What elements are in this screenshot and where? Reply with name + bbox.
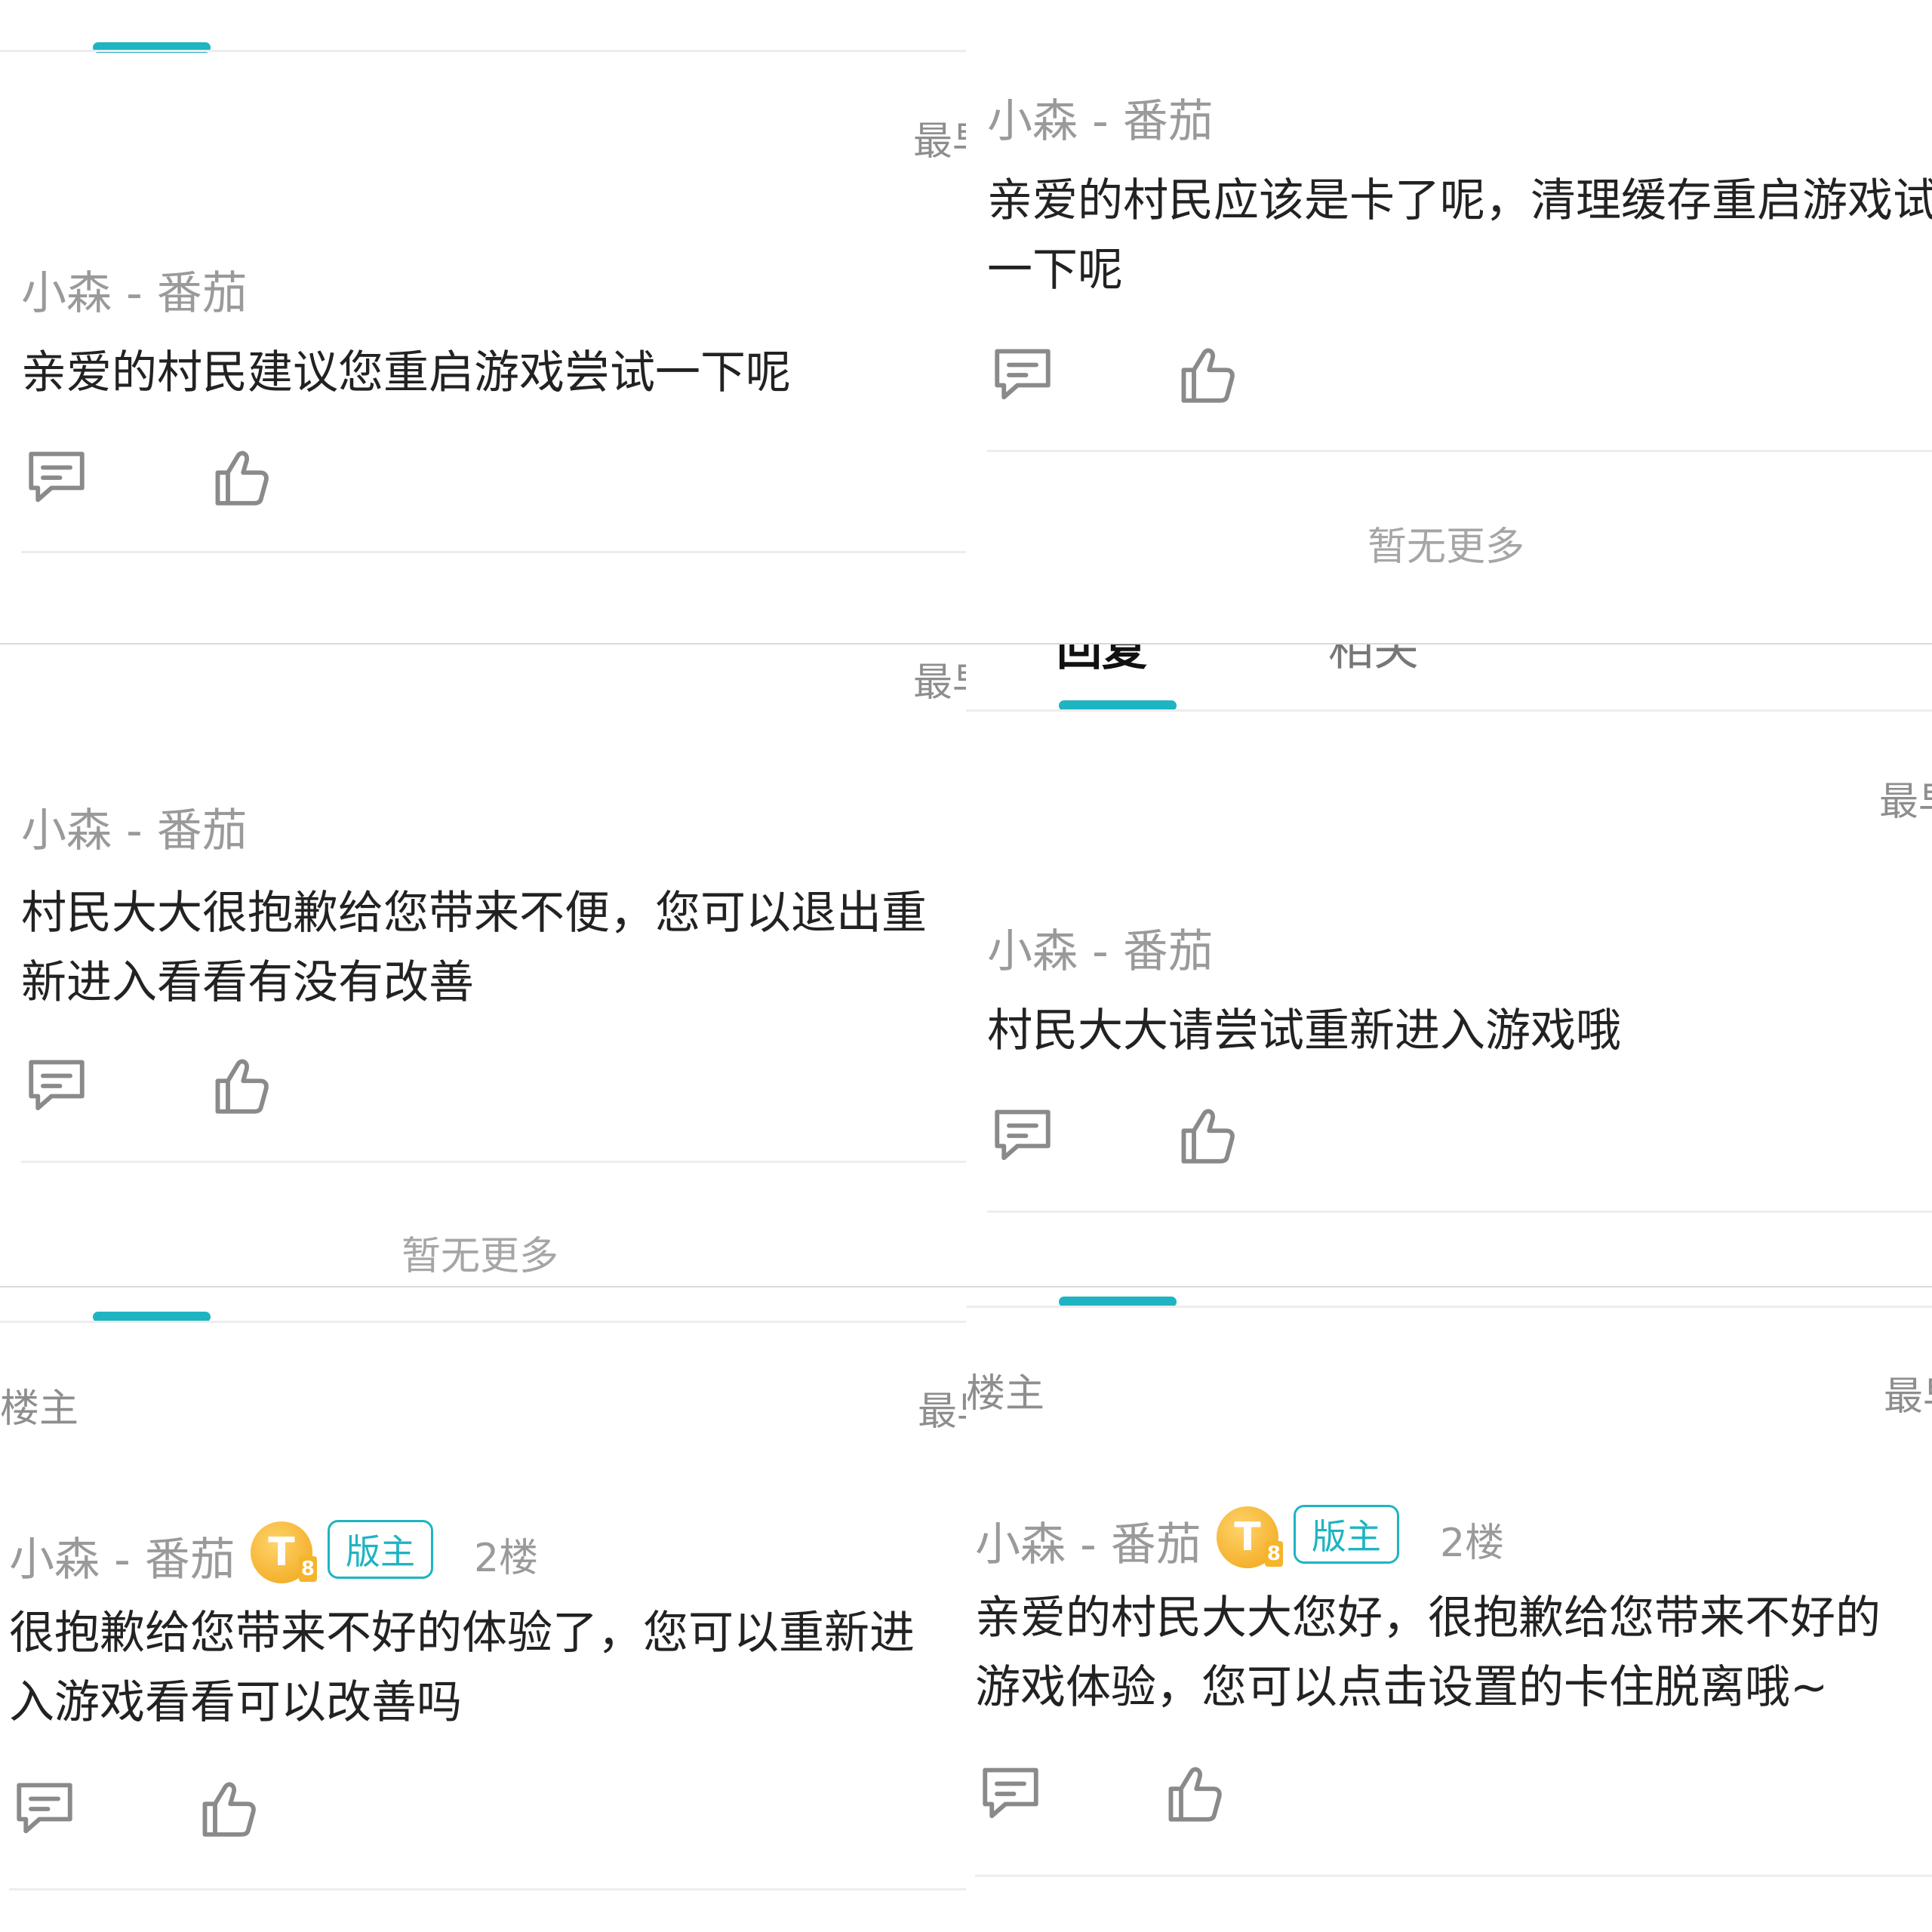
sort-order-button[interactable]: 最早 bbox=[918, 1380, 966, 1436]
no-more-label: 暂无更多 bbox=[1367, 525, 1525, 570]
thumbs-up-icon[interactable] bbox=[195, 1775, 263, 1843]
comment-icon[interactable] bbox=[23, 444, 91, 512]
tab-divider bbox=[966, 709, 1932, 712]
tab-divider bbox=[966, 1306, 1932, 1308]
screenshot-panel-4: 回复 相关 最早 小森 - 番茄 村民大大请尝试重新进入游戏哦 bbox=[966, 643, 1932, 1286]
comment-icon[interactable] bbox=[11, 1775, 78, 1843]
sort-order-button[interactable]: 最早 bbox=[913, 651, 966, 707]
reply-content: 亲爱的村民建议您重启游戏尝试一下呢 bbox=[21, 346, 791, 399]
level-badge: T8 bbox=[251, 1521, 317, 1583]
reply-content: 亲爱的村民大大您好，很抱歉给您带来不好的游戏体验，您可以点击设置的卡住脱离哦~ bbox=[975, 1592, 1881, 1714]
thumbs-up-icon[interactable] bbox=[208, 444, 275, 512]
reply-author[interactable]: 小森 - 番茄 bbox=[9, 1523, 235, 1589]
screenshot-panel-1: 最早 小森 - 番茄 亲爱的村民建议您重启游戏尝试一下呢 bbox=[0, 0, 966, 643]
reply-divider bbox=[21, 551, 966, 553]
thumbs-up-icon[interactable] bbox=[1161, 1760, 1229, 1828]
sort-order-button[interactable]: 最早 bbox=[913, 109, 966, 166]
comment-icon[interactable] bbox=[989, 341, 1057, 409]
tab-related[interactable]: 相关 bbox=[1328, 643, 1419, 678]
reply-author[interactable]: 小森 - 番茄 bbox=[987, 85, 1214, 150]
reply-content: 亲爱的村民应该是卡了呢，清理缓存重启游戏试一下呢 bbox=[987, 174, 1932, 297]
reply-divider bbox=[987, 1211, 1932, 1213]
tab-divider bbox=[0, 1321, 966, 1323]
tab-divider bbox=[0, 50, 966, 52]
tab-replies[interactable]: 回复 bbox=[1057, 643, 1147, 678]
comment-icon[interactable] bbox=[989, 1102, 1057, 1170]
screenshot-panel-6: 楼主 最早 小森 - 番茄 T8 版主 2楼 亲爱的村民大大您好，很抱歉给您带来… bbox=[966, 1286, 1932, 1932]
reply-divider bbox=[975, 1875, 1932, 1877]
reply-author[interactable]: 小森 - 番茄 bbox=[987, 915, 1214, 980]
screenshot-panel-3: 最早 小森 - 番茄 村民大大很抱歉给您带来不便，您可以退出重新进入看看有没有改… bbox=[0, 643, 966, 1286]
sort-order-button[interactable]: 最早 bbox=[1879, 770, 1932, 826]
op-only-filter[interactable]: 楼主 bbox=[966, 1361, 1044, 1418]
reply-divider bbox=[21, 1161, 966, 1163]
screenshot-panel-2: 小森 - 番茄 亲爱的村民应该是卡了呢，清理缓存重启游戏试一下呢 暂无更多 bbox=[966, 0, 1932, 643]
no-more-label: 暂无更多 bbox=[401, 1234, 559, 1279]
op-only-filter[interactable]: 楼主 bbox=[0, 1377, 78, 1433]
comment-icon[interactable] bbox=[23, 1052, 91, 1120]
reply-content: 村民大大请尝试重新进入游戏哦 bbox=[987, 1004, 1621, 1057]
reply-divider bbox=[987, 450, 1932, 452]
comment-icon[interactable] bbox=[977, 1760, 1044, 1828]
screenshot-panel-5: 楼主 最早 小森 - 番茄 T8 版主 2楼 很抱歉给您带来不好的体验了，您可以… bbox=[0, 1286, 966, 1932]
thumbs-up-icon[interactable] bbox=[208, 1052, 275, 1120]
reply-author[interactable]: 小森 - 番茄 bbox=[975, 1508, 1201, 1574]
collage-seam bbox=[0, 643, 1932, 645]
sort-order-button[interactable]: 最早 bbox=[1884, 1364, 1932, 1421]
collage-seam bbox=[0, 1286, 1932, 1287]
thumbs-up-icon[interactable] bbox=[1174, 1102, 1241, 1170]
level-badge: T8 bbox=[1217, 1506, 1283, 1568]
floor-number: 2楼 bbox=[474, 1536, 539, 1581]
thumbs-up-icon[interactable] bbox=[1174, 341, 1241, 409]
reply-divider bbox=[9, 1888, 966, 1890]
reply-content: 很抱歉给您带来不好的体验了，您可以重新进入游戏看看可以改善吗 bbox=[9, 1607, 915, 1729]
moderator-badge: 版主 bbox=[1294, 1505, 1399, 1564]
reply-content: 村民大大很抱歉给您带来不便，您可以退出重新进入看看有没有改善 bbox=[21, 887, 927, 1009]
floor-number: 2楼 bbox=[1440, 1521, 1505, 1566]
moderator-badge: 版主 bbox=[328, 1520, 433, 1579]
reply-author[interactable]: 小森 - 番茄 bbox=[21, 257, 248, 322]
reply-author[interactable]: 小森 - 番茄 bbox=[21, 794, 248, 860]
